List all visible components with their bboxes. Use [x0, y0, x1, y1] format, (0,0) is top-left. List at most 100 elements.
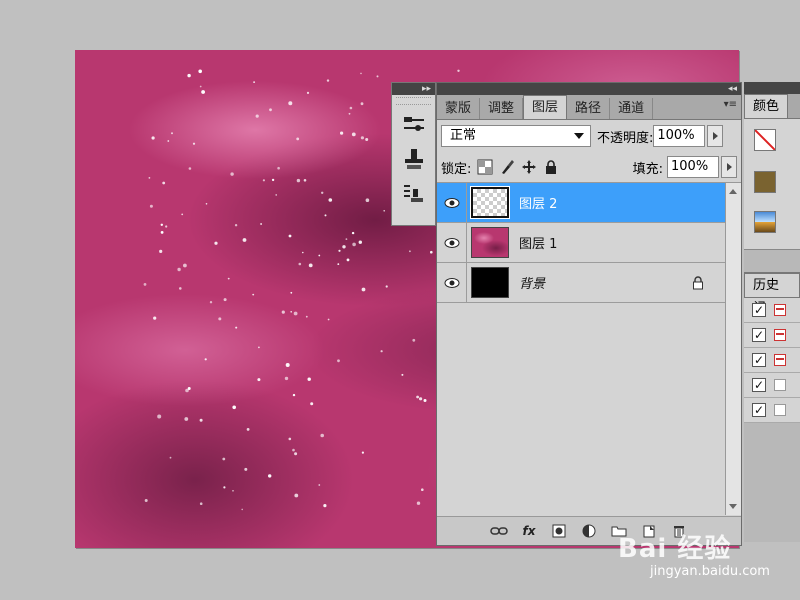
layer-thumbnail-clouds[interactable] — [471, 227, 509, 258]
checkbox-checked[interactable]: ✓ — [752, 403, 766, 417]
opacity-label: 不透明度: — [597, 130, 654, 146]
star-speck — [277, 166, 280, 170]
clone-source-panel-button[interactable] — [400, 145, 428, 173]
star-speck — [361, 287, 366, 292]
star-speck — [198, 69, 202, 74]
panel-menu-icon[interactable]: ▾≡ — [724, 99, 737, 110]
brown-swatch[interactable] — [754, 171, 776, 193]
landscape-swatch[interactable] — [754, 211, 776, 233]
star-speck — [157, 414, 162, 419]
dock-collapse-button[interactable] — [744, 82, 800, 94]
star-speck — [218, 317, 222, 321]
star-speck — [290, 311, 292, 313]
strip-collapse-button[interactable]: ▸▸ — [392, 83, 435, 95]
star-speck — [187, 387, 191, 390]
fill-input[interactable]: 100% — [667, 156, 719, 178]
star-speck — [171, 132, 173, 135]
checkbox-checked[interactable]: ✓ — [752, 328, 766, 342]
star-speck — [167, 140, 170, 142]
star-speck — [345, 238, 348, 241]
layer-style-button[interactable]: fx — [519, 522, 539, 540]
history-panel-tabs: 历史记 — [744, 272, 800, 316]
star-speck — [323, 504, 327, 508]
star-speck — [327, 318, 330, 321]
star-speck — [416, 501, 421, 505]
layer-thumbnail-transparent[interactable] — [470, 186, 510, 219]
tab-adjustments[interactable]: 调整 — [480, 98, 524, 119]
star-speck — [151, 136, 155, 140]
star-speck — [346, 258, 350, 262]
lock-all-icon[interactable] — [543, 159, 559, 175]
add-mask-button[interactable] — [549, 522, 569, 540]
strip-grip[interactable] — [396, 97, 431, 105]
star-speck — [318, 484, 321, 486]
tab-layers[interactable]: 图层 — [523, 95, 568, 119]
tab-masks[interactable]: 蒙版 — [437, 98, 481, 119]
history-item[interactable]: ✓ — [744, 398, 800, 423]
star-speck — [430, 250, 433, 254]
no-color-swatch[interactable] — [754, 129, 776, 151]
star-speck — [144, 499, 148, 502]
star-speck — [204, 358, 207, 361]
clone-stamp-icon — [405, 149, 423, 169]
tool-presets-panel-button[interactable] — [400, 179, 428, 207]
history-item[interactable]: ✓ — [744, 373, 800, 398]
blend-mode-select[interactable]: 正常 — [441, 125, 591, 147]
color-panel-tabs: 颜色 — [744, 94, 800, 119]
star-speck — [223, 298, 227, 302]
visibility-toggle[interactable] — [437, 223, 467, 262]
visibility-toggle[interactable] — [437, 183, 467, 222]
panel-collapse-button[interactable]: ◂◂ — [437, 83, 741, 95]
scroll-down-arrow[interactable] — [729, 504, 737, 509]
star-speck — [223, 486, 226, 489]
lock-image-pixels-icon[interactable] — [499, 159, 515, 175]
link-layers-button[interactable] — [489, 522, 509, 540]
layer-thumbnail-black[interactable] — [471, 267, 509, 298]
tab-history[interactable]: 历史记 — [744, 273, 800, 316]
fill-slider-button[interactable] — [721, 156, 737, 178]
tab-paths[interactable]: 路径 — [567, 98, 611, 119]
star-speck — [169, 456, 172, 459]
opacity-slider-button[interactable] — [707, 125, 724, 147]
star-speck — [183, 263, 187, 268]
checkbox-checked[interactable]: ✓ — [752, 303, 766, 317]
fx-icon: fx — [522, 524, 536, 538]
panel-icon-strip: ▸▸ — [391, 82, 436, 226]
history-list: ✓ ✓ ✓ ✓ ✓ — [744, 298, 800, 423]
tool-presets-icon — [404, 185, 423, 202]
tab-channels[interactable]: 通道 — [610, 98, 654, 119]
lock-position-icon[interactable] — [521, 159, 537, 175]
scroll-up-arrow[interactable] — [729, 189, 737, 194]
star-speck — [318, 254, 321, 257]
star-speck — [230, 172, 234, 176]
history-item[interactable]: ✓ — [744, 348, 800, 373]
blend-mode-value: 正常 — [450, 128, 477, 143]
layer-row-background[interactable]: 背景 — [437, 263, 725, 303]
history-item[interactable]: ✓ — [744, 323, 800, 348]
star-speck — [205, 203, 208, 205]
lock-transparent-pixels-icon[interactable] — [477, 159, 493, 175]
visibility-toggle[interactable] — [437, 263, 467, 302]
star-speck — [302, 251, 304, 254]
star-speck — [401, 373, 404, 376]
checkbox-checked[interactable]: ✓ — [752, 378, 766, 392]
layer-name[interactable]: 背景 — [519, 273, 545, 292]
star-speck — [290, 291, 293, 294]
star-speck — [412, 338, 416, 342]
brushes-panel-button[interactable] — [400, 111, 428, 139]
layer-list-scrollbar[interactable] — [725, 183, 741, 515]
layer-row-layer2[interactable]: 图层 2 — [437, 183, 725, 223]
star-speck — [288, 437, 292, 441]
star-speck — [409, 250, 411, 253]
tab-color[interactable]: 颜色 — [744, 94, 789, 118]
checkbox-checked[interactable]: ✓ — [752, 353, 766, 367]
star-speck — [232, 490, 234, 492]
layer-name[interactable]: 图层 1 — [519, 233, 557, 252]
layer-name[interactable]: 图层 2 — [519, 193, 557, 212]
link-icon — [490, 527, 508, 535]
opacity-input[interactable]: 100% — [653, 125, 706, 147]
layer-row-layer1[interactable]: 图层 1 — [437, 223, 725, 263]
star-speck — [288, 234, 292, 238]
new-adjustment-layer-button[interactable] — [579, 522, 599, 540]
star-speck — [214, 241, 218, 245]
